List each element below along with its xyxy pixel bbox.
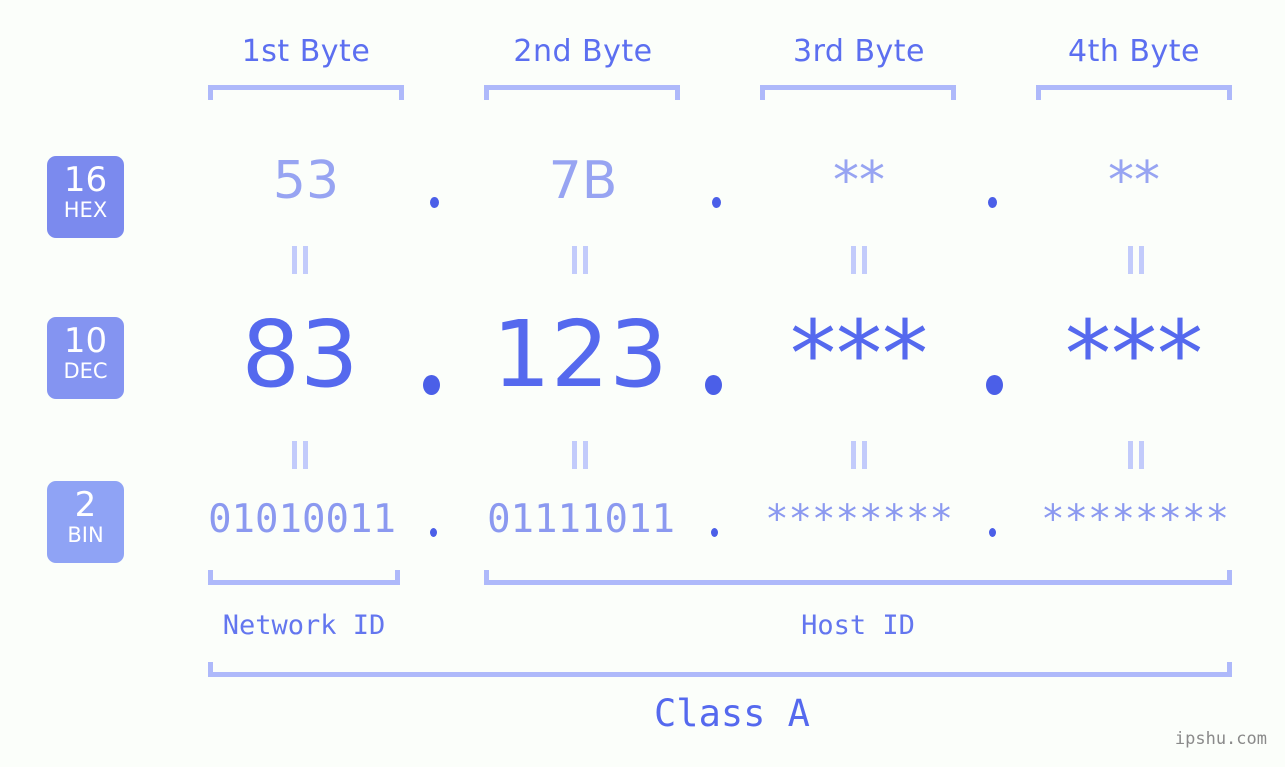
dec-byte-1-value: 83 xyxy=(241,301,359,408)
dec-byte-2-value: 123 xyxy=(492,301,668,408)
hex-separator-dot-2 xyxy=(712,197,721,208)
base-badge-dec-name: DEC xyxy=(63,359,108,383)
equality-mark-dec-bin-1 xyxy=(292,441,309,469)
site-watermark: ipshu.com xyxy=(1174,729,1267,749)
dec-separator-dot-1 xyxy=(423,375,440,395)
base-badge-dec: 10 DEC xyxy=(47,317,124,399)
hex-separator-dot-3 xyxy=(988,197,997,208)
bin-byte-2-value: 01111011 xyxy=(487,497,675,542)
network-id-bracket xyxy=(208,570,400,585)
bin-byte-4-value: ******** xyxy=(1041,497,1229,542)
host-id-bracket xyxy=(484,570,1232,585)
hex-byte-3-value: ** xyxy=(833,151,885,211)
hex-byte-1-value: 53 xyxy=(272,151,340,211)
equality-mark-dec-bin-2 xyxy=(572,441,589,469)
equality-mark-dec-bin-3 xyxy=(851,441,868,469)
bin-byte-1-value: 01010011 xyxy=(208,497,396,542)
dec-byte-3-value: *** xyxy=(790,301,928,408)
byte-bracket-top-3 xyxy=(760,85,956,100)
byte-header-1: 1st Byte xyxy=(241,34,371,69)
equality-mark-hex-dec-1 xyxy=(292,246,309,274)
base-badge-dec-number: 10 xyxy=(63,321,108,361)
byte-header-4: 4th Byte xyxy=(1068,34,1200,69)
dec-byte-4-value: *** xyxy=(1065,301,1203,408)
byte-bracket-top-4 xyxy=(1036,85,1232,100)
class-label: Class A xyxy=(654,692,810,735)
bin-byte-3-value: ******** xyxy=(765,497,953,542)
hex-byte-4-value: ** xyxy=(1108,151,1160,211)
ip-address-breakdown-diagram: 1st Byte 2nd Byte 3rd Byte 4th Byte 16 H… xyxy=(0,0,1285,767)
class-bracket xyxy=(208,662,1232,677)
host-id-label: Host ID xyxy=(801,610,915,641)
hex-byte-2-value: 7B xyxy=(548,151,618,211)
hex-separator-dot-1 xyxy=(430,197,439,208)
equality-mark-dec-bin-4 xyxy=(1128,441,1145,469)
bin-separator-dot-3 xyxy=(989,528,996,537)
bin-separator-dot-1 xyxy=(430,528,437,537)
byte-header-2: 2nd Byte xyxy=(513,34,653,69)
base-badge-bin-number: 2 xyxy=(74,485,97,525)
base-badge-hex: 16 HEX xyxy=(47,156,124,238)
equality-mark-hex-dec-4 xyxy=(1128,246,1145,274)
byte-header-3: 3rd Byte xyxy=(792,34,926,69)
base-badge-hex-number: 16 xyxy=(63,160,108,200)
base-badge-bin-name: BIN xyxy=(67,523,104,547)
equality-mark-hex-dec-2 xyxy=(572,246,589,274)
byte-bracket-top-2 xyxy=(484,85,680,100)
dec-separator-dot-2 xyxy=(705,375,722,395)
network-id-label: Network ID xyxy=(222,610,386,641)
equality-mark-hex-dec-3 xyxy=(851,246,868,274)
bin-separator-dot-2 xyxy=(711,528,718,537)
base-badge-hex-name: HEX xyxy=(63,198,108,222)
byte-bracket-top-1 xyxy=(208,85,404,100)
dec-separator-dot-3 xyxy=(986,375,1003,395)
base-badge-bin: 2 BIN xyxy=(47,481,124,563)
